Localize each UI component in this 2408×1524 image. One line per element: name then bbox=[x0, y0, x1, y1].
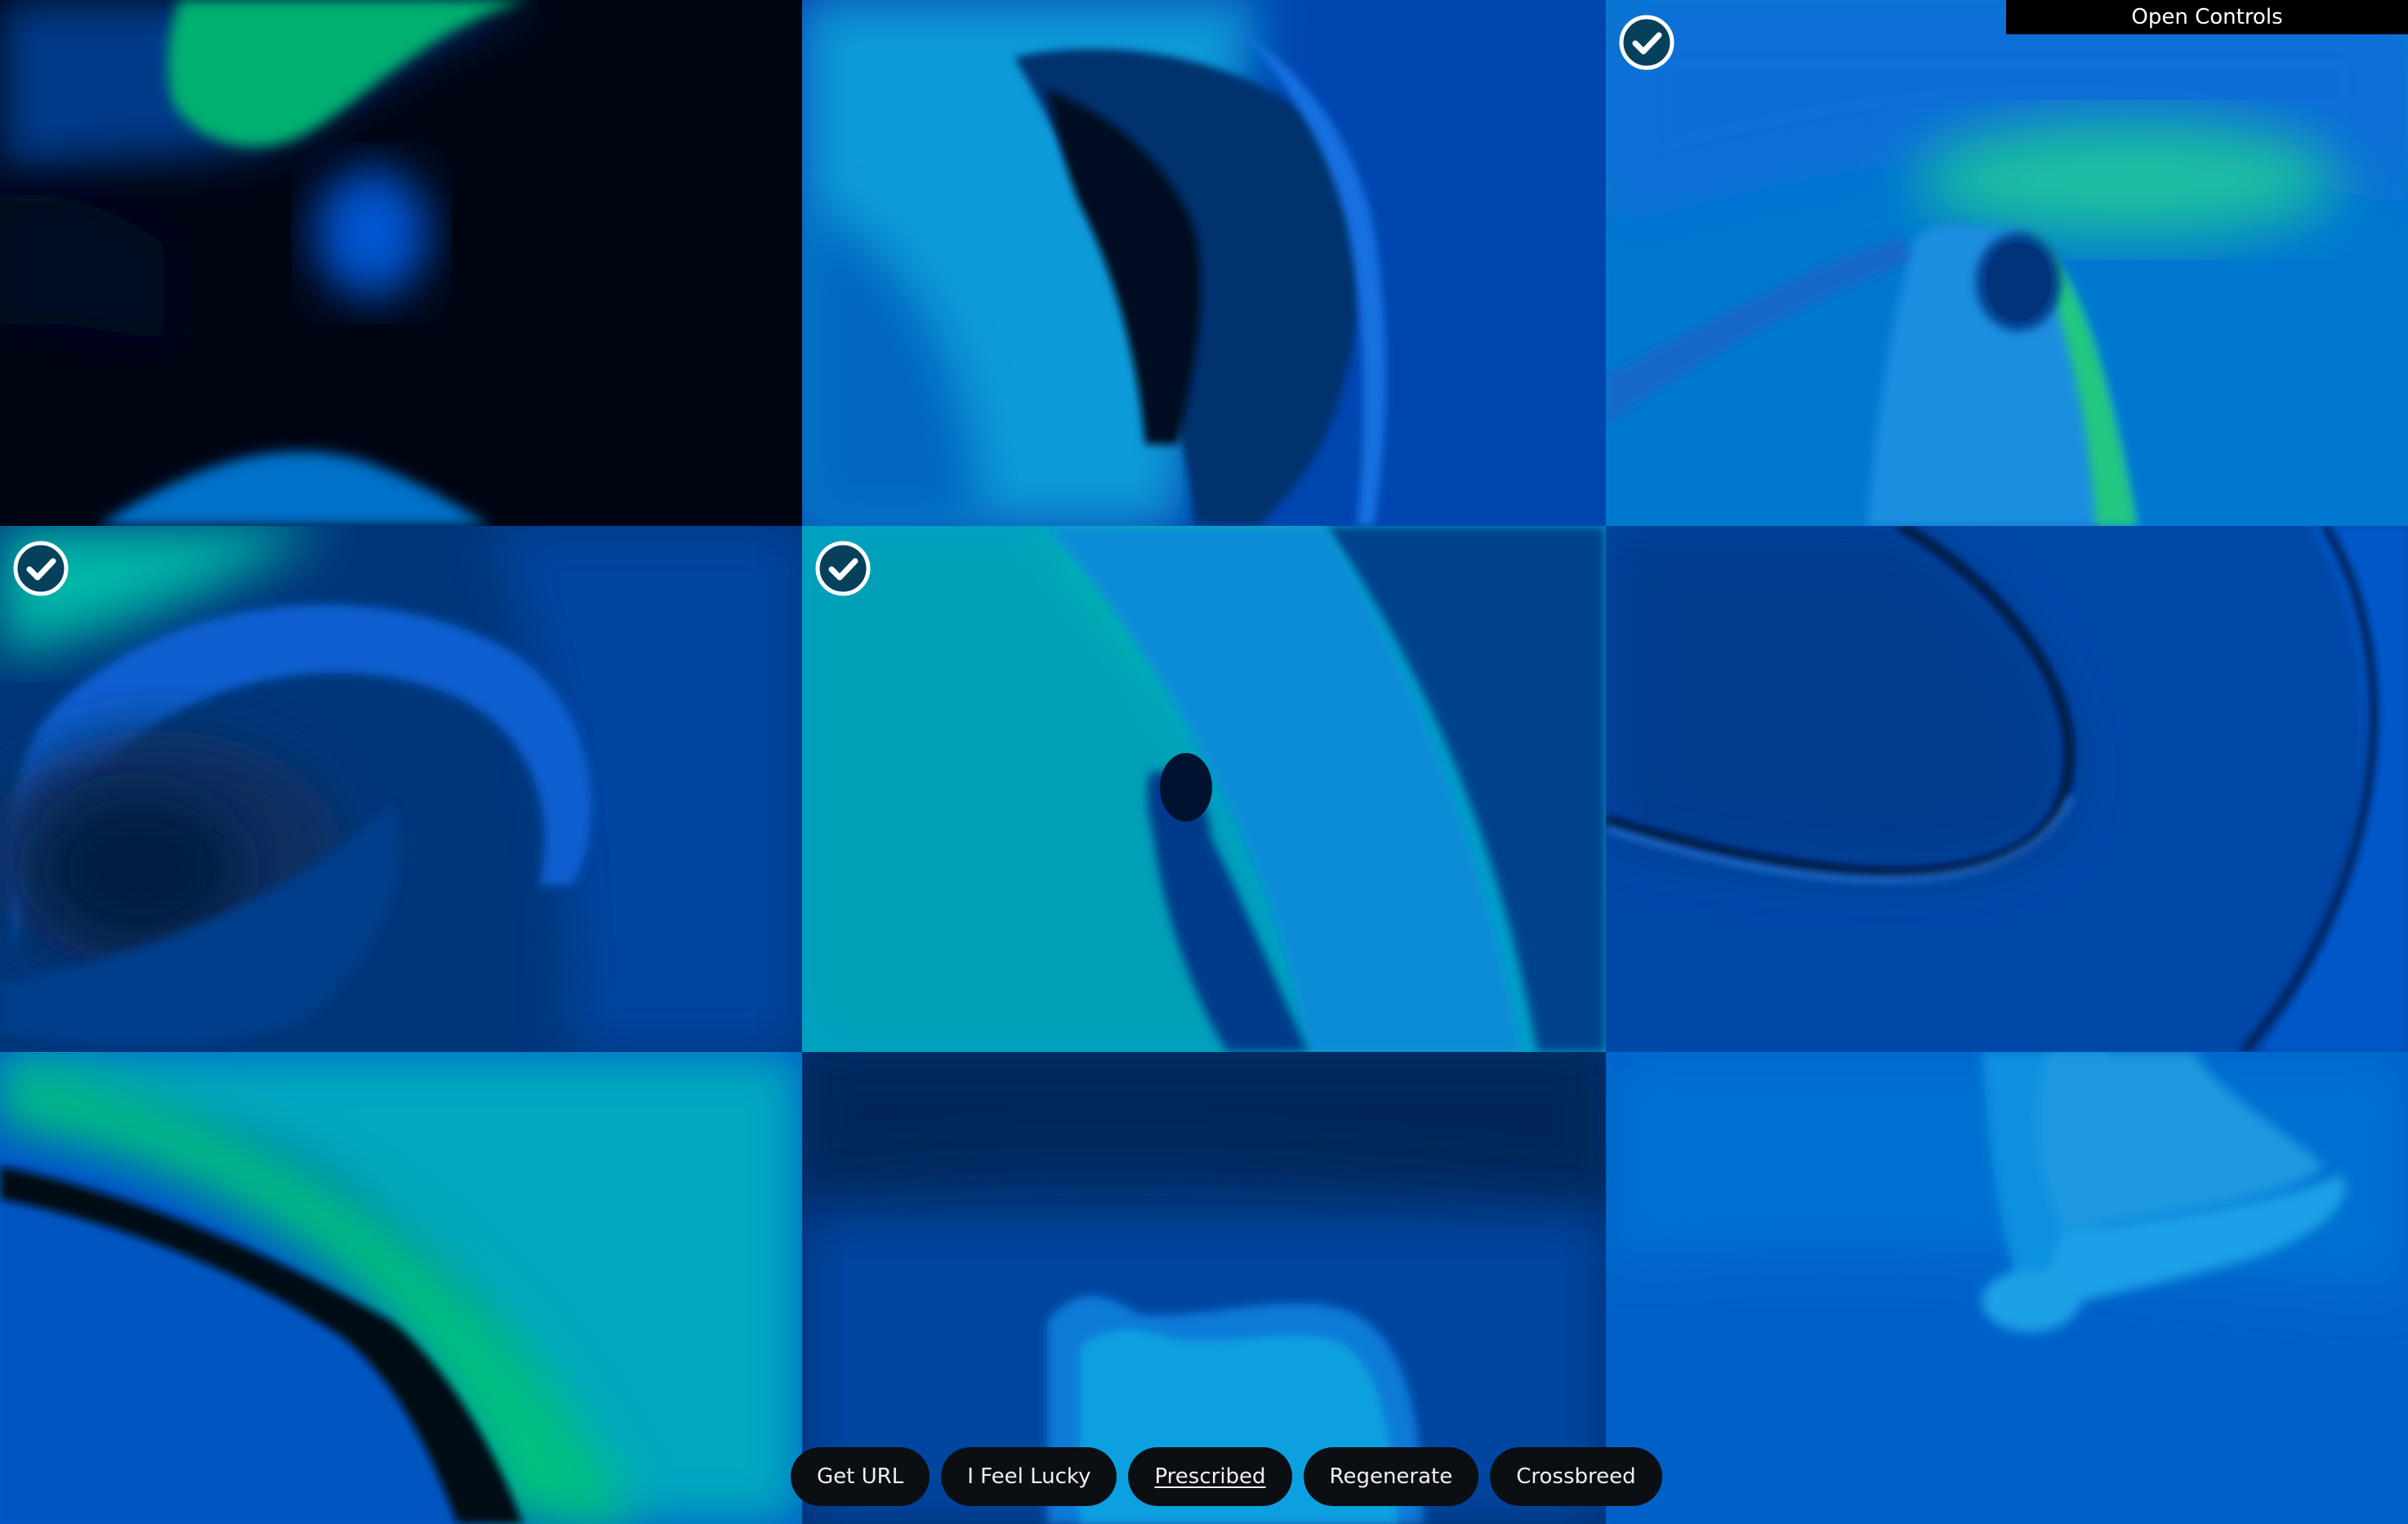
grid-tile[interactable] bbox=[0, 1052, 802, 1524]
grid-tile[interactable] bbox=[1606, 526, 2408, 1052]
check-circle-icon bbox=[815, 541, 871, 596]
grid-tile[interactable] bbox=[1606, 0, 2408, 526]
action-toolbar: Get URL I Feel Lucky Prescribed Regenera… bbox=[791, 1447, 1662, 1506]
feel-lucky-button[interactable]: I Feel Lucky bbox=[941, 1447, 1117, 1506]
prescribed-button[interactable]: Prescribed bbox=[1128, 1447, 1292, 1506]
open-controls-button[interactable]: Open Controls bbox=[2006, 0, 2408, 34]
check-circle-icon bbox=[1619, 15, 1674, 70]
grid-tile[interactable] bbox=[802, 526, 1606, 1052]
get-url-button[interactable]: Get URL bbox=[791, 1447, 930, 1506]
crossbreed-button[interactable]: Crossbreed bbox=[1490, 1447, 1662, 1506]
grid-tile[interactable] bbox=[802, 0, 1606, 526]
grid-tile[interactable] bbox=[1606, 1052, 2408, 1524]
grid-tile[interactable] bbox=[0, 0, 802, 526]
grid-tile[interactable] bbox=[0, 526, 802, 1052]
regenerate-button[interactable]: Regenerate bbox=[1303, 1447, 1479, 1506]
check-circle-icon bbox=[13, 541, 69, 596]
image-grid bbox=[0, 0, 2408, 1524]
